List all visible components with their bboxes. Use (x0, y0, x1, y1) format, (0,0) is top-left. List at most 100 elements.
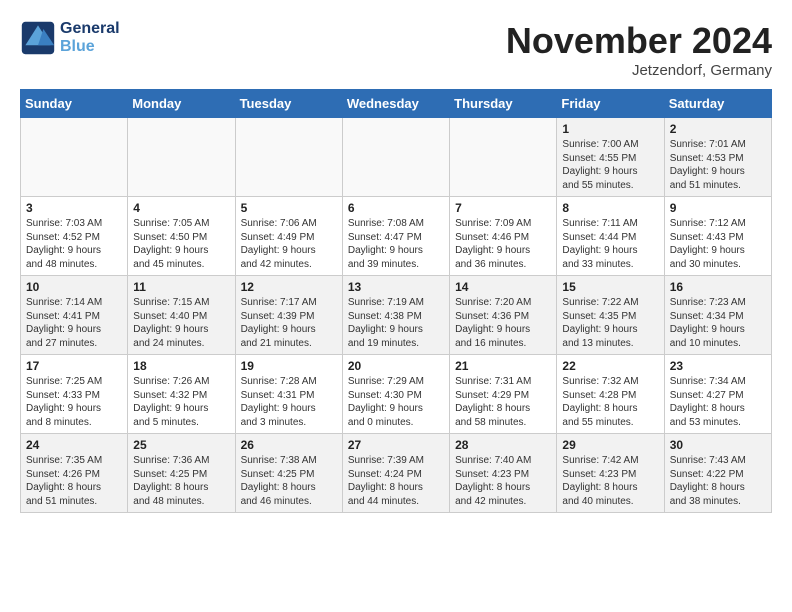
day-number: 19 (241, 359, 337, 373)
day-number: 9 (670, 201, 766, 215)
calendar-day-16: 16 Sunrise: 7:23 AM Sunset: 4:34 PM Dayli… (664, 276, 771, 355)
day-number: 20 (348, 359, 444, 373)
day-info: Sunrise: 7:14 AM Sunset: 4:41 PM Dayligh… (26, 296, 122, 350)
calendar-day-20: 20Sunrise: 7:29 AM Sunset: 4:30 PM Dayli… (342, 355, 449, 434)
day-number: 13 (348, 280, 444, 294)
day-info: Sunrise: 7:23 AM Sunset: 4:34 PM Dayligh… (670, 296, 766, 350)
day-number: 21 (455, 359, 551, 373)
day-info: Sunrise: 7:38 AM Sunset: 4:25 PM Dayligh… (241, 454, 337, 508)
day-number: 27 (348, 438, 444, 452)
day-info: Sunrise: 7:09 AM Sunset: 4:46 PM Dayligh… (455, 217, 551, 271)
day-header-tuesday: Tuesday (235, 90, 342, 118)
day-info: Sunrise: 7:32 AM Sunset: 4:28 PM Dayligh… (562, 375, 658, 429)
day-info: Sunrise: 7:19 AM Sunset: 4:38 PM Dayligh… (348, 296, 444, 350)
logo: General Blue (20, 20, 120, 56)
day-info: Sunrise: 7:42 AM Sunset: 4:23 PM Dayligh… (562, 454, 658, 508)
day-header-thursday: Thursday (450, 90, 557, 118)
calendar-day-30: 30 Sunrise: 7:43 AM Sunset: 4:22 PM Dayli… (664, 434, 771, 513)
day-info: Sunrise: 7:03 AM Sunset: 4:52 PM Dayligh… (26, 217, 122, 271)
day-header-friday: Friday (557, 90, 664, 118)
calendar-day-23: 23Sunrise: 7:34 AM Sunset: 4:27 PM Dayli… (664, 355, 771, 434)
calendar-day-13: 13 Sunrise: 7:19 AM Sunset: 4:38 PM Dayli… (342, 276, 449, 355)
calendar-week-2: 3 Sunrise: 7:03 AM Sunset: 4:52 PM Daylig… (21, 197, 772, 276)
calendar-day-7: 7 Sunrise: 7:09 AM Sunset: 4:46 PM Daylig… (450, 197, 557, 276)
calendar-day-14: 14 Sunrise: 7:20 AM Sunset: 4:36 PM Dayli… (450, 276, 557, 355)
day-number: 2 (670, 122, 766, 136)
day-number: 1 (562, 122, 658, 136)
calendar-day-27: 27Sunrise: 7:39 AM Sunset: 4:24 PM Dayli… (342, 434, 449, 513)
day-number: 4 (133, 201, 229, 215)
day-info: Sunrise: 7:26 AM Sunset: 4:32 PM Dayligh… (133, 375, 229, 429)
day-number: 6 (348, 201, 444, 215)
day-info: Sunrise: 7:06 AM Sunset: 4:49 PM Dayligh… (241, 217, 337, 271)
calendar-day-3: 3 Sunrise: 7:03 AM Sunset: 4:52 PM Daylig… (21, 197, 128, 276)
day-info: Sunrise: 7:11 AM Sunset: 4:44 PM Dayligh… (562, 217, 658, 271)
calendar-day-19: 19 Sunrise: 7:28 AM Sunset: 4:31 PM Dayli… (235, 355, 342, 434)
logo-text: General Blue (60, 20, 120, 56)
day-number: 29 (562, 438, 658, 452)
calendar-day-22: 22 Sunrise: 7:32 AM Sunset: 4:28 PM Dayli… (557, 355, 664, 434)
day-number: 15 (562, 280, 658, 294)
calendar-day-25: 25 Sunrise: 7:36 AM Sunset: 4:25 PM Dayli… (128, 434, 235, 513)
calendar-day-11: 11Sunrise: 7:15 AM Sunset: 4:40 PM Dayli… (128, 276, 235, 355)
day-info: Sunrise: 7:22 AM Sunset: 4:35 PM Dayligh… (562, 296, 658, 350)
calendar-day-2: 2Sunrise: 7:01 AM Sunset: 4:53 PM Daylig… (664, 118, 771, 197)
day-number: 17 (26, 359, 122, 373)
calendar-day-15: 15 Sunrise: 7:22 AM Sunset: 4:35 PM Dayli… (557, 276, 664, 355)
day-info: Sunrise: 7:36 AM Sunset: 4:25 PM Dayligh… (133, 454, 229, 508)
location: Jetzendorf, Germany (506, 62, 772, 79)
day-number: 7 (455, 201, 551, 215)
calendar-day-4: 4 Sunrise: 7:05 AM Sunset: 4:50 PM Daylig… (128, 197, 235, 276)
day-number: 16 (670, 280, 766, 294)
day-info: Sunrise: 7:20 AM Sunset: 4:36 PM Dayligh… (455, 296, 551, 350)
day-info: Sunrise: 7:17 AM Sunset: 4:39 PM Dayligh… (241, 296, 337, 350)
calendar-day-10: 10Sunrise: 7:14 AM Sunset: 4:41 PM Dayli… (21, 276, 128, 355)
calendar-week-5: 24Sunrise: 7:35 AM Sunset: 4:26 PM Dayli… (21, 434, 772, 513)
day-info: Sunrise: 7:31 AM Sunset: 4:29 PM Dayligh… (455, 375, 551, 429)
day-info: Sunrise: 7:05 AM Sunset: 4:50 PM Dayligh… (133, 217, 229, 271)
calendar-day-6: 6 Sunrise: 7:08 AM Sunset: 4:47 PM Daylig… (342, 197, 449, 276)
header: General Blue November 2024 Jetzendorf, G… (20, 20, 772, 79)
day-number: 22 (562, 359, 658, 373)
day-number: 8 (562, 201, 658, 215)
day-info: Sunrise: 7:08 AM Sunset: 4:47 PM Dayligh… (348, 217, 444, 271)
day-info: Sunrise: 7:35 AM Sunset: 4:26 PM Dayligh… (26, 454, 122, 508)
calendar-day-21: 21 Sunrise: 7:31 AM Sunset: 4:29 PM Dayli… (450, 355, 557, 434)
day-info: Sunrise: 7:43 AM Sunset: 4:22 PM Dayligh… (670, 454, 766, 508)
calendar-week-4: 17 Sunrise: 7:25 AM Sunset: 4:33 PM Dayli… (21, 355, 772, 434)
day-number: 30 (670, 438, 766, 452)
calendar-day-24: 24Sunrise: 7:35 AM Sunset: 4:26 PM Dayli… (21, 434, 128, 513)
calendar-day-5: 5Sunrise: 7:06 AM Sunset: 4:49 PM Daylig… (235, 197, 342, 276)
day-header-monday: Monday (128, 90, 235, 118)
calendar-day-8: 8 Sunrise: 7:11 AM Sunset: 4:44 PM Daylig… (557, 197, 664, 276)
day-info: Sunrise: 7:40 AM Sunset: 4:23 PM Dayligh… (455, 454, 551, 508)
calendar-table: SundayMondayTuesdayWednesdayThursdayFrid… (20, 89, 772, 513)
calendar-body: 1Sunrise: 7:00 AM Sunset: 4:55 PM Daylig… (21, 118, 772, 513)
calendar-week-3: 10Sunrise: 7:14 AM Sunset: 4:41 PM Dayli… (21, 276, 772, 355)
day-number: 25 (133, 438, 229, 452)
calendar-week-1: 1Sunrise: 7:00 AM Sunset: 4:55 PM Daylig… (21, 118, 772, 197)
day-number: 12 (241, 280, 337, 294)
day-number: 28 (455, 438, 551, 452)
calendar-empty (342, 118, 449, 197)
calendar-day-12: 12 Sunrise: 7:17 AM Sunset: 4:39 PM Dayli… (235, 276, 342, 355)
calendar-day-17: 17 Sunrise: 7:25 AM Sunset: 4:33 PM Dayli… (21, 355, 128, 434)
day-number: 14 (455, 280, 551, 294)
calendar-day-9: 9 Sunrise: 7:12 AM Sunset: 4:43 PM Daylig… (664, 197, 771, 276)
day-header-wednesday: Wednesday (342, 90, 449, 118)
day-number: 26 (241, 438, 337, 452)
day-number: 11 (133, 280, 229, 294)
calendar-day-26: 26 Sunrise: 7:38 AM Sunset: 4:25 PM Dayli… (235, 434, 342, 513)
day-number: 3 (26, 201, 122, 215)
day-header-sunday: Sunday (21, 90, 128, 118)
day-info: Sunrise: 7:12 AM Sunset: 4:43 PM Dayligh… (670, 217, 766, 271)
calendar-empty (128, 118, 235, 197)
day-number: 18 (133, 359, 229, 373)
day-info: Sunrise: 7:25 AM Sunset: 4:33 PM Dayligh… (26, 375, 122, 429)
day-info: Sunrise: 7:28 AM Sunset: 4:31 PM Dayligh… (241, 375, 337, 429)
calendar-empty (21, 118, 128, 197)
logo-icon (20, 20, 56, 56)
calendar-header-row: SundayMondayTuesdayWednesdayThursdayFrid… (21, 90, 772, 118)
day-info: Sunrise: 7:34 AM Sunset: 4:27 PM Dayligh… (670, 375, 766, 429)
day-header-saturday: Saturday (664, 90, 771, 118)
